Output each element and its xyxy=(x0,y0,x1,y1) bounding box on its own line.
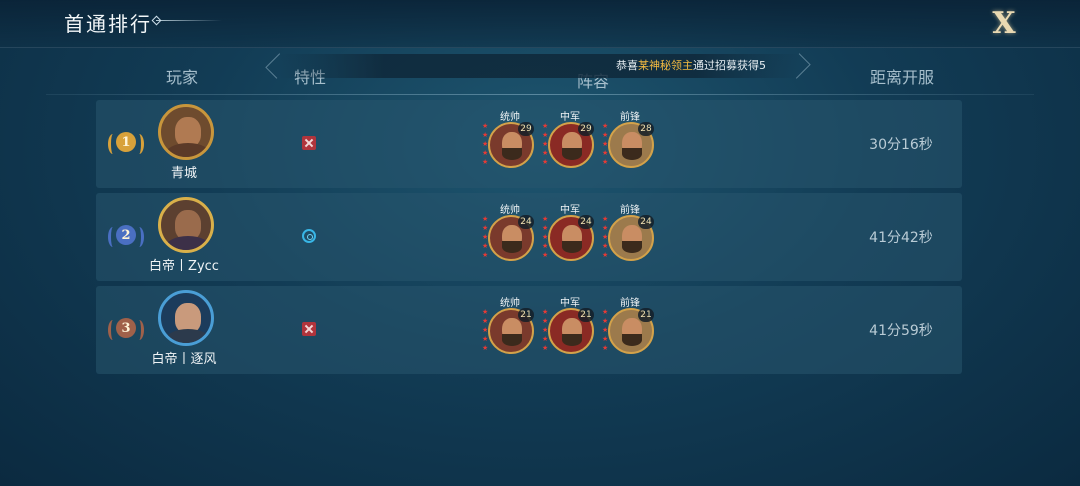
hero-level: 21 xyxy=(518,308,534,322)
hero-level: 24 xyxy=(638,215,654,229)
star-icons: ★ ★ ★ ★ ★ xyxy=(602,308,609,352)
close-button[interactable]: X xyxy=(986,5,1022,41)
hero-slot[interactable]: 前锋 ★ ★ ★ ★ ★ 21 xyxy=(602,294,658,364)
time-since-launch: 30分16秒 xyxy=(869,137,933,153)
hero-role-label: 前锋 xyxy=(620,298,640,309)
time-since-launch: 41分59秒 xyxy=(869,323,933,339)
ranking-row[interactable]: 1 青城 统帅 ★★★★★ 29 中军 ★★★★★ 29 前锋 xyxy=(96,100,962,188)
title-divider xyxy=(156,20,222,21)
hero-level: 29 xyxy=(518,122,534,136)
player-avatar[interactable] xyxy=(158,197,214,253)
blue-swirl-icon[interactable] xyxy=(302,229,316,243)
hero-level: 28 xyxy=(638,122,654,136)
player-name: 白帝丨逐风 xyxy=(151,352,217,367)
hero-level: 24 xyxy=(578,215,594,229)
star-icons: ★ ★ ★ ★ ★ xyxy=(542,215,549,259)
rank-badge-icon: 2 xyxy=(108,221,144,255)
hero-role-label: 中军 xyxy=(560,205,580,216)
marquee-prefix: 恭喜 xyxy=(616,59,638,72)
announcement-marquee: 恭喜某神秘领主通过招募获得5 xyxy=(280,54,800,78)
hero-slot[interactable]: 统帅 ★ ★ ★ ★ ★ 24 xyxy=(482,201,538,271)
player-avatar[interactable] xyxy=(158,104,214,160)
marquee-suffix: 通过招募获得5 xyxy=(693,59,766,72)
red-x-icon[interactable] xyxy=(302,136,316,150)
hero-slot[interactable]: 统帅 ★ ★ ★ ★ ★ 29 xyxy=(482,108,538,178)
hero-role-label: 中军 xyxy=(560,112,580,123)
player-avatar[interactable] xyxy=(158,290,214,346)
hero-level: 21 xyxy=(638,308,654,322)
hero-level: 24 xyxy=(518,215,534,229)
close-icon: X xyxy=(992,5,1016,41)
star-icons: ★ ★ ★ ★ ★ xyxy=(482,122,489,166)
marquee-highlight: 某神秘领主 xyxy=(638,59,693,72)
header-player: 玩家 xyxy=(166,68,199,87)
ranking-row[interactable]: 3 白帝丨逐风 统帅 ★ ★ ★ ★ ★ 21 中军 ★ ★ ★ ★ ★ 21 前锋 xyxy=(96,286,962,374)
hero-role-label: 中军 xyxy=(560,298,580,309)
title-bar: 首通排行 X xyxy=(0,0,1080,48)
rank-number: 2 xyxy=(116,225,136,245)
rank-number: 3 xyxy=(116,318,136,338)
player-name: 白帝丨Zycc xyxy=(149,259,219,274)
hero-slot[interactable]: 中军 ★ ★ ★ ★ ★ 24 xyxy=(542,201,598,271)
header-time: 距离开服 xyxy=(870,68,935,87)
star-icons: ★ ★ ★ ★ ★ xyxy=(482,308,489,352)
hero-role-label: 前锋 xyxy=(620,112,640,123)
ranking-row[interactable]: 2 白帝丨Zycc 统帅 ★ ★ ★ ★ ★ 24 中军 ★ ★ ★ ★ ★ 24 前锋 xyxy=(96,193,962,281)
star-icons: ★ ★ ★ ★ ★ xyxy=(482,215,489,259)
star-icons: ★ ★ ★ ★ ★ xyxy=(602,215,609,259)
hero-slot[interactable]: 中军 ★ ★ ★ ★ ★ 29 xyxy=(542,108,598,178)
hero-role-label: 统帅 xyxy=(500,205,520,216)
hero-slot[interactable]: 统帅 ★ ★ ★ ★ ★ 21 xyxy=(482,294,538,364)
rank-badge-icon: 3 xyxy=(108,314,144,348)
star-icons: ★ ★ ★ ★ ★ xyxy=(542,122,549,166)
hero-role-label: 前锋 xyxy=(620,205,640,216)
star-icons: ★ ★ ★ ★ ★ xyxy=(602,122,609,166)
rank-badge-icon: 1 xyxy=(108,128,144,162)
time-since-launch: 41分42秒 xyxy=(869,230,933,246)
hero-role-label: 统帅 xyxy=(500,112,520,123)
header-divider xyxy=(46,94,1034,95)
player-name: 青城 xyxy=(170,166,197,181)
hero-slot[interactable]: 中军 ★ ★ ★ ★ ★ 21 xyxy=(542,294,598,364)
hero-slot[interactable]: 前锋 ★ ★ ★ ★ ★ 28 xyxy=(602,108,658,178)
hero-role-label: 统帅 xyxy=(500,298,520,309)
hero-slot[interactable]: 前锋 ★ ★ ★ ★ ★ 24 xyxy=(602,201,658,271)
red-x-icon[interactable] xyxy=(302,322,316,336)
star-icons: ★ ★ ★ ★ ★ xyxy=(542,308,549,352)
page-title: 首通排行 xyxy=(64,12,152,36)
hero-level: 21 xyxy=(578,308,594,322)
rank-number: 1 xyxy=(116,132,136,152)
hero-level: 29 xyxy=(578,122,594,136)
